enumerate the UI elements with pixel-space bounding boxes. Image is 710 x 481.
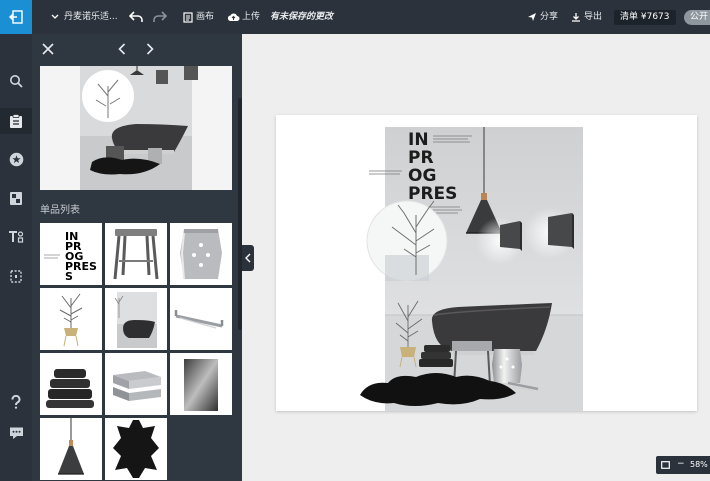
zoom-out-button[interactable]: − bbox=[677, 459, 685, 469]
headline-line-3: OG bbox=[408, 166, 436, 186]
design-canvas[interactable]: IN PR OG PRES S bbox=[276, 115, 697, 411]
upload-button[interactable]: 上传 bbox=[242, 0, 260, 34]
fit-screen-icon[interactable] bbox=[661, 461, 670, 469]
top-toolbar: 丹麦诺乐适... 画布 上传 有未保存的更改 分享 导出 清单 ¥7673 公开 bbox=[0, 0, 710, 34]
redo-icon[interactable] bbox=[152, 0, 168, 34]
help-icon[interactable] bbox=[0, 389, 32, 415]
crop-icon[interactable] bbox=[0, 263, 32, 289]
item-tile-plant[interactable] bbox=[40, 288, 102, 350]
unsaved-notice: 有未保存的更改 bbox=[270, 12, 334, 22]
headline-line-4: PRES bbox=[408, 184, 457, 204]
text-icon[interactable] bbox=[0, 224, 32, 250]
share-icon bbox=[526, 0, 538, 34]
item-tile-black-towels[interactable] bbox=[40, 353, 102, 415]
exit-icon bbox=[9, 10, 23, 24]
panel-scrollbar[interactable] bbox=[238, 98, 242, 330]
download-icon bbox=[570, 0, 582, 34]
chevron-right-icon[interactable] bbox=[141, 40, 159, 58]
item-tile-pendant-lamp[interactable] bbox=[40, 418, 102, 480]
exit-button[interactable] bbox=[0, 0, 32, 34]
drum-stool-image[interactable] bbox=[492, 349, 522, 383]
project-name[interactable]: 丹麦诺乐适... bbox=[64, 0, 118, 34]
price-list-button[interactable]: 清单 ¥7673 bbox=[614, 10, 676, 25]
clipboard-icon[interactable] bbox=[0, 108, 32, 134]
close-icon[interactable] bbox=[39, 40, 57, 58]
panel-header bbox=[32, 34, 242, 64]
tile-poster-title-5: S bbox=[65, 270, 73, 283]
zoom-level: 58% bbox=[690, 460, 708, 469]
item-tile-stool[interactable] bbox=[105, 223, 167, 285]
public-toggle[interactable]: 公开 bbox=[684, 10, 710, 25]
headline-line-1: IN bbox=[408, 130, 429, 150]
chevron-left-icon[interactable] bbox=[113, 40, 131, 58]
item-tile-cowhide-rug[interactable] bbox=[105, 418, 167, 480]
zoom-control: − 58% bbox=[656, 456, 710, 474]
export-button[interactable]: 导出 bbox=[584, 0, 602, 34]
tree-circle-image[interactable] bbox=[366, 200, 448, 282]
wall-light-right[interactable] bbox=[524, 207, 576, 259]
left-nav bbox=[0, 34, 32, 481]
undo-icon[interactable] bbox=[128, 0, 144, 34]
item-tile-poster[interactable]: IN PR OG PRES S bbox=[40, 223, 102, 285]
search-icon[interactable] bbox=[0, 68, 32, 94]
chevron-down-icon[interactable] bbox=[50, 0, 60, 34]
cloud-upload-icon bbox=[226, 0, 240, 34]
layers-icon[interactable] bbox=[0, 185, 32, 211]
chevron-left-icon bbox=[245, 253, 251, 263]
item-panel: 单品列表 IN PR OG PRES S bbox=[32, 34, 242, 481]
item-tile-drum-stool[interactable] bbox=[170, 223, 232, 285]
towel-stack-image[interactable] bbox=[419, 345, 453, 367]
canvas-button[interactable]: 画布 bbox=[196, 0, 214, 34]
item-tile-towel-rack[interactable] bbox=[170, 288, 232, 350]
chat-icon[interactable] bbox=[0, 420, 32, 446]
headline-line-2: PR bbox=[408, 148, 434, 168]
item-tile-grey-towels[interactable] bbox=[105, 353, 167, 415]
canvas-icon bbox=[182, 0, 194, 34]
wall-light-left[interactable] bbox=[476, 217, 524, 265]
section-title: 单品列表 bbox=[40, 205, 80, 216]
share-button[interactable]: 分享 bbox=[540, 0, 558, 34]
item-tile-mirror[interactable] bbox=[170, 353, 232, 415]
selected-preview-image[interactable] bbox=[40, 66, 232, 190]
collapse-panel-button[interactable] bbox=[242, 245, 254, 271]
star-icon[interactable] bbox=[0, 146, 32, 172]
item-tile-bathroom-scene[interactable] bbox=[105, 288, 167, 350]
